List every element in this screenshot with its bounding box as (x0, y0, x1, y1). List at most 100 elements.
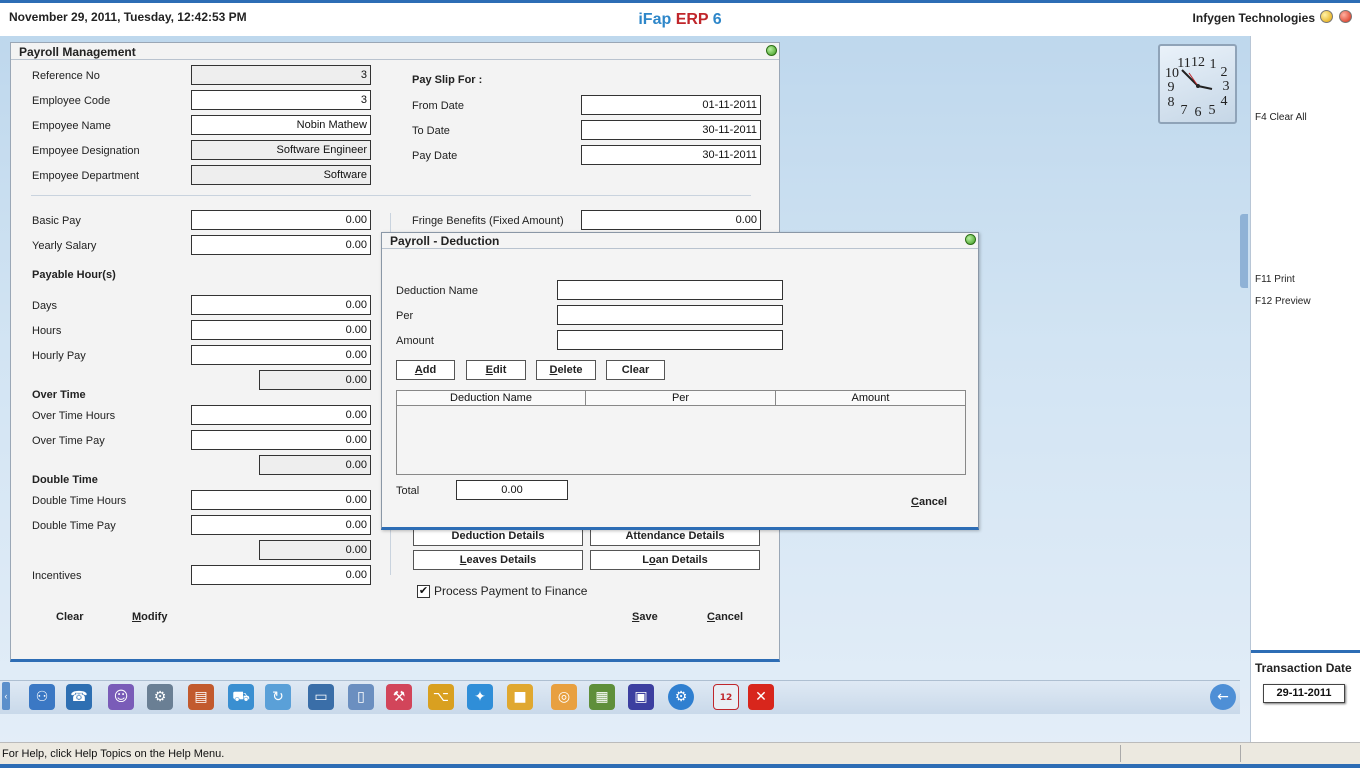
back-arrow-icon[interactable]: ← (1210, 684, 1236, 710)
employee-code-field[interactable]: 3 (191, 90, 371, 110)
tools-icon[interactable]: ⚒ (386, 684, 412, 710)
loan-details-button[interactable]: Loan Details (590, 550, 760, 570)
clear-button[interactable]: Clear (56, 611, 84, 623)
delete-label: elete (557, 364, 583, 376)
svg-text:4: 4 (1221, 94, 1228, 109)
basic-pay-field[interactable]: 0.00 (191, 210, 371, 230)
payable-hours-heading: Payable Hour(s) (32, 269, 116, 281)
dt-pay-label: Double Time Pay (32, 520, 116, 532)
minimize-button[interactable] (1320, 10, 1333, 23)
dialog-cancel-button[interactable]: Cancel (911, 496, 947, 508)
window-icon[interactable]: ▭ (308, 684, 334, 710)
delete-button[interactable]: Delete (536, 360, 596, 380)
svg-text:2: 2 (1221, 65, 1228, 80)
col-deduction-name[interactable]: Deduction Name (397, 391, 586, 406)
days-field[interactable]: 0.00 (191, 295, 371, 315)
from-date-label: From Date (412, 100, 464, 112)
incentives-label: Incentives (32, 570, 82, 582)
pay-date-field[interactable]: 30-11-2011 (581, 145, 761, 165)
f11-print-shortcut[interactable]: F11 Print (1255, 274, 1295, 285)
panel-collapse-handle[interactable] (1240, 214, 1248, 288)
close-window-button[interactable] (1339, 10, 1352, 23)
books-icon[interactable]: ▤ (188, 684, 214, 710)
toolbar-scroll-left-icon[interactable]: ‹ (2, 682, 10, 710)
col-amount[interactable]: Amount (776, 391, 965, 406)
payroll-window-title: Payroll Management (19, 45, 136, 59)
puzzle-icon[interactable]: ✦ (467, 684, 493, 710)
refresh-icon[interactable]: ↻ (265, 684, 291, 710)
modify-button[interactable]: Modify (132, 611, 167, 623)
calendar-icon[interactable]: 12 (713, 684, 739, 710)
hours-field[interactable]: 0.00 (191, 320, 371, 340)
dialog-cancel-mnemonic: C (911, 496, 919, 508)
double-time-heading: Double Time (32, 474, 98, 486)
f12-preview-shortcut[interactable]: F12 Preview (1255, 296, 1311, 307)
edit-label: dit (492, 364, 507, 376)
fringe-benefits-field[interactable]: 0.00 (581, 210, 761, 230)
cancel-mnemonic: C (707, 611, 715, 623)
ot-pay-field[interactable]: 0.00 (191, 430, 371, 450)
leaves-details-mnemonic: L (459, 554, 467, 566)
over-time-heading: Over Time (32, 389, 86, 401)
deduction-name-input[interactable] (557, 280, 783, 300)
users-icon[interactable]: ⚇ (29, 684, 55, 710)
transaction-date-field[interactable]: 29-11-2011 (1263, 684, 1345, 703)
deduction-table[interactable]: Deduction Name Per Amount (396, 390, 966, 475)
cart-icon[interactable]: ⛟ (228, 684, 254, 710)
yearly-salary-field[interactable]: 0.00 (191, 235, 371, 255)
hourly-pay-field[interactable]: 0.00 (191, 345, 371, 365)
svg-text:11: 11 (1177, 56, 1190, 71)
spreadsheet-icon[interactable]: ▦ (589, 684, 615, 710)
close-icon[interactable]: ✕ (748, 684, 774, 710)
box-icon[interactable]: ■ (507, 684, 533, 710)
svg-text:12: 12 (1191, 55, 1205, 70)
bottom-edge (0, 764, 1360, 768)
col-per[interactable]: Per (586, 391, 776, 406)
document-icon[interactable]: ▯ (348, 684, 374, 710)
department-field[interactable]: Software (191, 165, 371, 185)
from-date-field[interactable]: 01-11-2011 (581, 95, 761, 115)
pay-date-label: Pay Date (412, 150, 458, 162)
designation-field[interactable]: Software Engineer (191, 140, 371, 160)
ot-pay-label: Over Time Pay (32, 435, 105, 447)
edit-button[interactable]: Edit (466, 360, 526, 380)
incentives-field[interactable]: 0.00 (191, 565, 371, 585)
fringe-benefits-label: Fringe Benefits (Fixed Amount) (412, 215, 564, 227)
dialog-cancel-label: ancel (918, 496, 948, 508)
employee-name-field[interactable]: Nobin Mathew (191, 115, 371, 135)
app-title-ifap: iFap (638, 11, 672, 28)
reference-no-field[interactable]: 3 (191, 65, 371, 85)
tree-icon[interactable]: ⌥ (428, 684, 454, 710)
dialog-status-icon[interactable] (965, 234, 976, 245)
amount-label: Amount (396, 335, 434, 347)
save-icon[interactable]: ▣ (628, 684, 654, 710)
svg-text:1: 1 (1210, 57, 1217, 72)
hourly-pay-label: Hourly Pay (32, 350, 86, 362)
app-title-erp: ERP (675, 11, 709, 28)
ot-hours-label: Over Time Hours (32, 410, 116, 422)
contacts-icon[interactable]: ☎ (66, 684, 92, 710)
ot-hours-field[interactable]: 0.00 (191, 405, 371, 425)
window-status-icon[interactable] (766, 45, 777, 56)
f4-clear-all-shortcut[interactable]: F4 Clear All (1255, 112, 1307, 123)
dt-hours-field[interactable]: 0.00 (191, 490, 371, 510)
process-payment-checkbox[interactable]: ✔ (417, 585, 430, 598)
add-button[interactable]: Add (396, 360, 455, 380)
save-button[interactable]: Save (632, 611, 658, 623)
compass-icon[interactable]: ◎ (551, 684, 577, 710)
dialog-clear-button[interactable]: Clear (606, 360, 665, 380)
per-label: Per (396, 310, 414, 322)
basic-pay-label: Basic Pay (32, 215, 81, 227)
to-date-field[interactable]: 30-11-2011 (581, 120, 761, 140)
settings-icon[interactable]: ⚙ (668, 684, 694, 710)
per-input[interactable] (557, 305, 783, 325)
payslip-for-heading: Pay Slip For : (412, 74, 483, 86)
amount-input[interactable] (557, 330, 783, 350)
network-icon[interactable]: ⚙ (147, 684, 173, 710)
svg-text:9: 9 (1168, 80, 1175, 95)
dt-pay-field[interactable]: 0.00 (191, 515, 371, 535)
leaves-details-button[interactable]: Leaves Details (413, 550, 583, 570)
cancel-button[interactable]: Cancel (707, 611, 743, 623)
person-icon[interactable]: ☺ (108, 684, 134, 710)
svg-text:6: 6 (1195, 105, 1202, 120)
